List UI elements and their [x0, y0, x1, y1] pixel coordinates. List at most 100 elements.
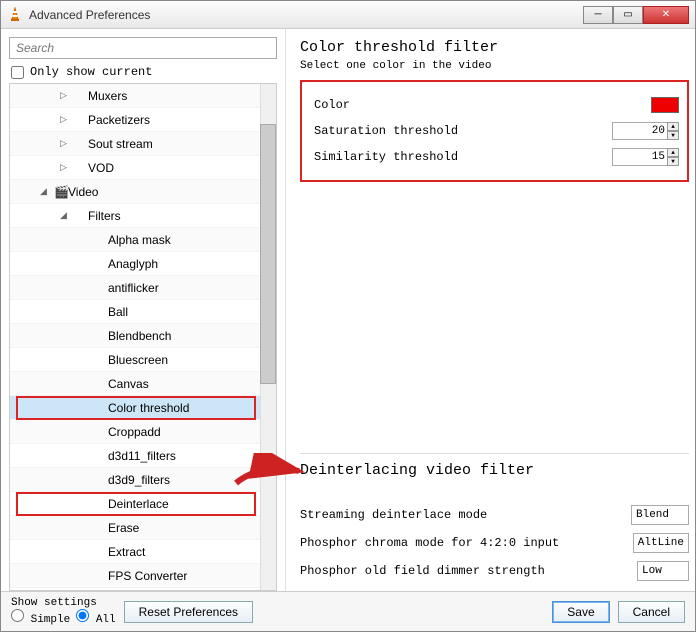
all-radio[interactable]: All	[76, 609, 115, 626]
color-label: Color	[314, 98, 651, 112]
tree-item-color-threshold[interactable]: Color threshold	[10, 396, 276, 420]
color-threshold-props: Color Saturation threshold ▲▼ Similarity…	[300, 80, 689, 182]
footer: Show settings Simple All Reset Preferenc…	[1, 591, 695, 631]
tree-item-label: Croppadd	[108, 425, 161, 439]
tree-item-ball[interactable]: Ball	[10, 300, 276, 324]
vlc-icon	[7, 7, 23, 23]
saturation-input[interactable]	[612, 122, 668, 140]
dimmer-combo[interactable]: Low	[637, 561, 689, 581]
color-picker[interactable]	[651, 97, 679, 113]
color-threshold-title: Color threshold filter	[300, 39, 689, 56]
tree-item-label: antiflicker	[108, 281, 159, 295]
tree-item-label: Ball	[108, 305, 128, 319]
preferences-window: Advanced Preferences ─ ▭ ✕ Only show cur…	[0, 0, 696, 632]
tree-item-video[interactable]: ◢🎬Video	[10, 180, 276, 204]
saturation-label: Saturation threshold	[314, 124, 612, 138]
content: Only show current ▷ Muxers ▷ Packetizers ▷ So…	[1, 29, 695, 591]
tree-item-label: Sout stream	[88, 137, 153, 151]
only-show-current[interactable]: Only show current	[11, 65, 275, 79]
expand-arrow-icon: ▷	[60, 162, 74, 173]
tree-item-bluescreen[interactable]: Bluescreen	[10, 348, 276, 372]
tree-item-label: Blendbench	[108, 329, 171, 343]
only-show-current-checkbox[interactable]	[11, 66, 24, 79]
save-button[interactable]: Save	[552, 601, 609, 623]
item-icon: 🎬	[54, 185, 68, 199]
tree-item-label: Alpha mask	[108, 233, 171, 247]
dimmer-label: Phosphor old field dimmer strength	[300, 564, 637, 578]
tree-item-label: Anaglyph	[108, 257, 158, 271]
tree-item-label: Erase	[108, 521, 139, 535]
similarity-spinner[interactable]: ▲▼	[667, 148, 679, 166]
tree-item-label: Packetizers	[88, 113, 150, 127]
deinterlace-mode-label: Streaming deinterlace mode	[300, 508, 631, 522]
tree-item-alpha-mask[interactable]: Alpha mask	[10, 228, 276, 252]
search-input[interactable]	[9, 37, 277, 59]
similarity-input[interactable]	[612, 148, 668, 166]
tree-item-erase[interactable]: Erase	[10, 516, 276, 540]
tree-scroll-thumb[interactable]	[260, 124, 276, 384]
expand-arrow-icon: ◢	[60, 210, 74, 221]
tree-item-label: Extract	[108, 545, 145, 559]
phosphor-mode-combo[interactable]: AltLine	[633, 533, 689, 553]
tree-item-label: Canvas	[108, 377, 149, 391]
left-column: Only show current ▷ Muxers ▷ Packetizers ▷ So…	[1, 29, 286, 591]
tree-item-canvas[interactable]: Canvas	[10, 372, 276, 396]
deinterlace-mode-combo[interactable]: Blend	[631, 505, 689, 525]
window-title: Advanced Preferences	[29, 8, 583, 22]
tree-item-vod[interactable]: ▷ VOD	[10, 156, 276, 180]
cancel-button[interactable]: Cancel	[618, 601, 685, 623]
tree-scrollbar[interactable]	[260, 84, 276, 590]
similarity-label: Similarity threshold	[314, 150, 612, 164]
titlebar: Advanced Preferences ─ ▭ ✕	[1, 1, 695, 29]
preferences-tree[interactable]: ▷Muxers▷Packetizers▷Sout stream▷VOD◢🎬Vid…	[9, 83, 277, 591]
tree-item-anaglyph[interactable]: Anaglyph	[10, 252, 276, 276]
maximize-button[interactable]: ▭	[613, 6, 643, 24]
color-swatch-inner	[652, 98, 678, 112]
tree-item-sout-stream[interactable]: ▷ Sout stream	[10, 132, 276, 156]
show-settings-label: Show settings	[11, 597, 116, 609]
expand-arrow-icon: ▷	[60, 114, 74, 125]
right-column: Color threshold filter Select one color …	[286, 29, 695, 591]
expand-arrow-icon: ▷	[60, 90, 74, 101]
tree-item-label: Deinterlace	[108, 497, 169, 511]
tree-item-label: Color threshold	[108, 401, 189, 415]
color-threshold-subtitle: Select one color in the video	[300, 60, 689, 72]
color-row: Color	[314, 92, 679, 118]
tree-item-d3d11-filters[interactable]: d3d11_filters	[10, 444, 276, 468]
tree-item-filters[interactable]: ◢ Filters	[10, 204, 276, 228]
tree-item-label: FPS Converter	[108, 569, 187, 583]
expand-arrow-icon: ▷	[60, 138, 74, 149]
tree-item-packetizers[interactable]: ▷ Packetizers	[10, 108, 276, 132]
close-button[interactable]: ✕	[643, 6, 689, 24]
tree-item-blendbench[interactable]: Blendbench	[10, 324, 276, 348]
tree-item-label: Bluescreen	[108, 353, 168, 367]
tree-item-deinterlace[interactable]: Deinterlace	[10, 492, 276, 516]
tree-item-extract[interactable]: Extract	[10, 540, 276, 564]
only-show-current-label: Only show current	[30, 65, 152, 79]
minimize-button[interactable]: ─	[583, 6, 613, 24]
tree-item-fps-converter[interactable]: FPS Converter	[10, 564, 276, 588]
deinterlace-title: Deinterlacing video filter	[300, 462, 689, 479]
tree-item-label: d3d9_filters	[108, 473, 170, 487]
tree-item-label: Video	[68, 185, 98, 199]
similarity-row: Similarity threshold ▲▼	[314, 144, 679, 170]
tree-item-label: d3d11_filters	[108, 449, 176, 463]
reset-button[interactable]: Reset Preferences	[124, 601, 253, 623]
tree-item-d3d9-filters[interactable]: d3d9_filters	[10, 468, 276, 492]
expand-arrow-icon: ◢	[40, 186, 54, 197]
phosphor-mode-label: Phosphor chroma mode for 4:2:0 input	[300, 536, 633, 550]
tree-item-label: Muxers	[88, 89, 127, 103]
simple-radio[interactable]: Simple	[11, 609, 70, 626]
phosphor-mode-row: Phosphor chroma mode for 4:2:0 input Alt…	[300, 529, 689, 557]
tree-item-label: Filters	[88, 209, 121, 223]
tree-item-croppadd[interactable]: Croppadd	[10, 420, 276, 444]
dimmer-row: Phosphor old field dimmer strength Low	[300, 557, 689, 585]
window-buttons: ─ ▭ ✕	[583, 6, 689, 24]
saturation-spinner[interactable]: ▲▼	[667, 122, 679, 140]
tree-item-label: VOD	[88, 161, 114, 175]
tree-item-muxers[interactable]: ▷ Muxers	[10, 84, 276, 108]
show-settings-group: Show settings Simple All	[11, 597, 116, 626]
separator	[300, 453, 689, 454]
deinterlace-mode-row: Streaming deinterlace mode Blend	[300, 501, 689, 529]
tree-item-antiflicker[interactable]: antiflicker	[10, 276, 276, 300]
